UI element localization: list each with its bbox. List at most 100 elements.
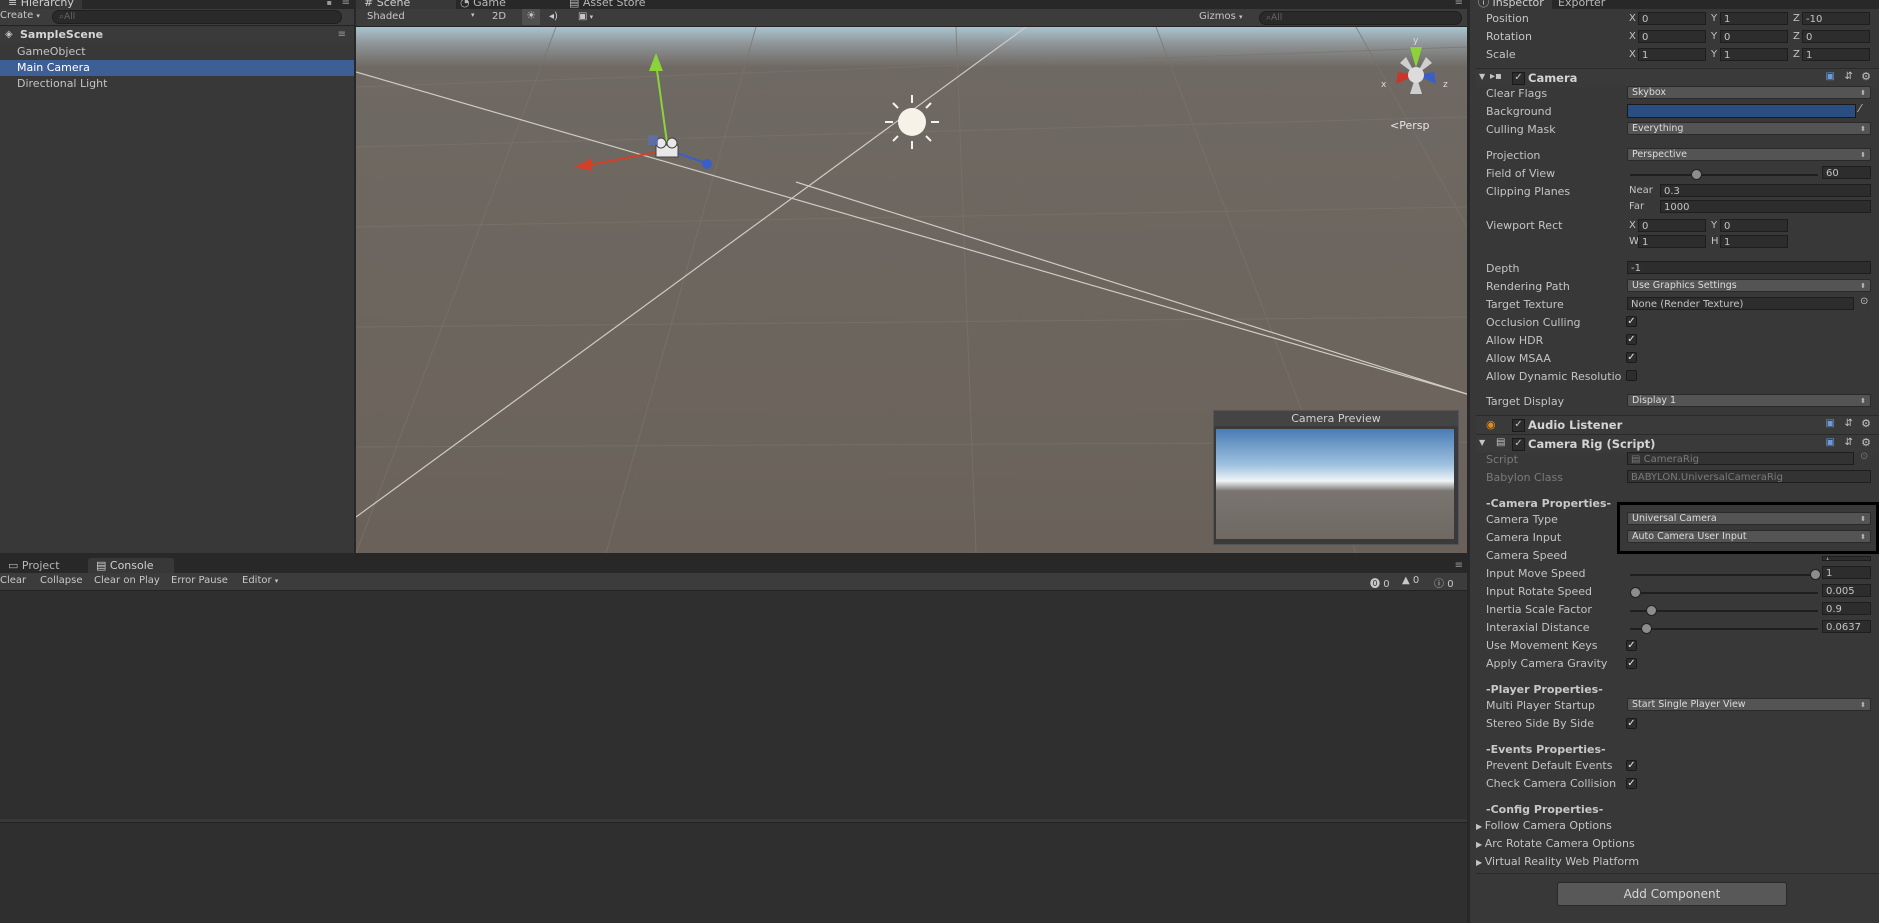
position-x-field[interactable]: 0 — [1638, 12, 1706, 25]
eyedropper-icon[interactable]: ⁄ — [1859, 102, 1861, 115]
input-rotate-speed-handle[interactable] — [1630, 587, 1641, 598]
multi-player-startup-dropdown[interactable]: Start Single Player View ⬍ — [1627, 698, 1871, 711]
apply-gravity-checkbox[interactable]: ✓ — [1626, 658, 1637, 669]
background-color-swatch[interactable] — [1627, 104, 1856, 118]
menu-icon[interactable]: ≡ — [1455, 0, 1463, 8]
prevent-default-checkbox[interactable]: ✓ — [1626, 760, 1637, 771]
viewport-w-field[interactable]: 1 — [1638, 235, 1706, 248]
scene-root[interactable]: ◈ SampleScene ≡ — [0, 27, 354, 43]
camera-input-dropdown[interactable]: Auto Camera User Input ⬍ — [1627, 530, 1871, 543]
culling-mask-dropdown[interactable]: Everything ⬍ — [1627, 122, 1871, 135]
rotation-z-field[interactable]: 0 — [1802, 30, 1870, 43]
scale-x-field[interactable]: 1 — [1638, 48, 1706, 61]
input-move-speed-field[interactable]: 1 — [1822, 566, 1871, 579]
audio-toggle-icon[interactable]: ◂) — [549, 11, 558, 22]
inertia-scale-track[interactable] — [1630, 610, 1818, 612]
tab-asset-store[interactable]: ▤ Asset Store — [561, 0, 654, 9]
hierarchy-item[interactable]: Directional Light — [0, 76, 354, 92]
viewport-y-field[interactable]: 0 — [1720, 219, 1788, 232]
scale-z-field[interactable]: 1 — [1802, 48, 1870, 61]
scale-y-field[interactable]: 1 — [1720, 48, 1788, 61]
gear-icon[interactable]: ⚙ — [1861, 417, 1871, 430]
create-dropdown[interactable]: Create ▾ — [0, 10, 40, 21]
position-y-field[interactable]: 1 — [1720, 12, 1788, 25]
enabled-checkbox[interactable]: ✓ — [1512, 438, 1525, 451]
hierarchy-item-selected[interactable]: Main Camera — [0, 60, 354, 76]
interaxial-distance-handle[interactable] — [1640, 623, 1652, 634]
camera-component-header[interactable]: ▼ ▸▪ ✓ Camera ▣ ⇵ ⚙ — [1476, 68, 1879, 87]
script-field[interactable]: ▤ CameraRig — [1627, 452, 1854, 465]
object-picker-icon[interactable]: ⊙ — [1860, 296, 1868, 307]
projection-dropdown[interactable]: Perspective ⬍ — [1627, 148, 1871, 161]
tab-project[interactable]: ▭ Project — [0, 558, 68, 573]
scene-menu-icon[interactable]: ≡ — [338, 27, 346, 43]
viewport-h-field[interactable]: 1 — [1720, 235, 1788, 248]
menu-icon[interactable]: ≡ — [342, 0, 350, 8]
fov-field[interactable]: 60 — [1822, 166, 1871, 179]
target-texture-field[interactable]: None (Render Texture) — [1627, 297, 1854, 310]
stereo-checkbox[interactable]: ✓ — [1626, 718, 1637, 729]
allow-msaa-checkbox[interactable]: ✓ — [1626, 352, 1637, 363]
tab-exporter[interactable]: Exporter — [1550, 0, 1613, 9]
scene-search-input[interactable]: ⌕All — [1259, 11, 1462, 25]
effects-toggle-icon[interactable]: ▣ ▾ — [578, 11, 593, 22]
vr-web-platform-foldout[interactable]: ▶ Virtual Reality Web Platform — [1476, 855, 1639, 868]
tab-inspector[interactable]: ⓘ Inspector — [1470, 0, 1552, 9]
viewport-x-field[interactable]: 0 — [1638, 219, 1706, 232]
move-gizmo-z-handle[interactable] — [702, 159, 712, 169]
clear-on-play-button[interactable]: Clear on Play — [94, 575, 160, 586]
persp-label[interactable]: <Persp — [1390, 119, 1429, 132]
check-collision-checkbox[interactable]: ✓ — [1626, 778, 1637, 789]
clear-flags-dropdown[interactable]: Skybox ⬍ — [1627, 86, 1871, 99]
allow-hdr-checkbox[interactable]: ✓ — [1626, 334, 1637, 345]
occlusion-culling-checkbox[interactable]: ✓ — [1626, 316, 1637, 327]
input-rotate-speed-field[interactable]: 0.005 — [1822, 584, 1871, 597]
lighting-toggle-icon[interactable]: ☀ — [522, 9, 540, 25]
depth-field[interactable]: -1 — [1627, 261, 1871, 274]
error-count-toggle[interactable]: ⓿ 0 — [1370, 575, 1390, 590]
directional-light-icon[interactable] — [885, 95, 939, 149]
input-rotate-speed-track[interactable] — [1630, 592, 1818, 594]
gizmos-dropdown[interactable]: Gizmos ▾ — [1199, 11, 1243, 22]
arc-rotate-foldout[interactable]: ▶ Arc Rotate Camera Options — [1476, 837, 1635, 850]
gear-icon[interactable]: ⚙ — [1861, 70, 1871, 83]
hierarchy-item[interactable]: GameObject — [0, 44, 354, 60]
far-field[interactable]: 1000 — [1660, 200, 1871, 213]
rendering-path-dropdown[interactable]: Use Graphics Settings ⬍ — [1627, 279, 1871, 292]
preset-icon[interactable]: ⇵ — [1845, 437, 1853, 448]
orientation-gizmo[interactable] — [1396, 47, 1436, 94]
collapse-button[interactable]: Collapse — [40, 575, 83, 586]
clear-button[interactable]: Clear — [0, 575, 26, 586]
follow-camera-foldout[interactable]: ▶ Follow Camera Options — [1476, 819, 1612, 832]
help-icon[interactable]: ▣ — [1826, 71, 1835, 82]
position-z-field[interactable]: -10 — [1802, 12, 1870, 25]
tab-hierarchy[interactable]: ≡ Hierarchy — [0, 0, 82, 9]
gear-icon[interactable]: ⚙ — [1861, 436, 1871, 449]
near-field[interactable]: 0.3 — [1660, 184, 1871, 197]
tab-console[interactable]: ▤ Console — [88, 558, 174, 573]
help-icon[interactable]: ▣ — [1826, 437, 1835, 448]
input-move-speed-track[interactable] — [1630, 574, 1818, 576]
editor-dropdown[interactable]: Editor ▾ — [242, 575, 278, 586]
add-component-button[interactable]: Add Component — [1557, 882, 1787, 906]
2d-toggle[interactable]: 2D — [492, 11, 506, 22]
console-log-area[interactable] — [0, 591, 1467, 819]
interaxial-distance-track[interactable] — [1630, 628, 1818, 630]
input-move-speed-handle[interactable] — [1810, 569, 1821, 580]
rotation-x-field[interactable]: 0 — [1638, 30, 1706, 43]
enabled-checkbox[interactable]: ✓ — [1512, 419, 1525, 432]
foldout-arrow-icon[interactable]: ▼ — [1479, 438, 1485, 447]
allow-dynamic-resolution-checkbox[interactable] — [1626, 370, 1637, 381]
move-gizmo-x-arrow-icon[interactable] — [574, 158, 592, 171]
hierarchy-search-input[interactable]: ⌕All — [52, 10, 342, 24]
shading-mode-dropdown[interactable]: Shaded ▾ — [367, 11, 477, 22]
scene-viewport[interactable]: y x z <Persp Camera Preview — [356, 27, 1467, 553]
use-movement-keys-checkbox[interactable]: ✓ — [1626, 640, 1637, 651]
help-icon[interactable]: ▣ — [1826, 418, 1835, 429]
enabled-checkbox[interactable]: ✓ — [1512, 72, 1525, 85]
lock-icon[interactable]: ▪ — [327, 0, 332, 7]
audio-listener-header[interactable]: ◉ ✓ Audio Listener ▣ ⇵ ⚙ — [1476, 415, 1879, 434]
target-display-dropdown[interactable]: Display 1 ⬍ — [1627, 394, 1871, 407]
inertia-scale-field[interactable]: 0.9 — [1822, 602, 1871, 615]
menu-icon[interactable]: ≡ — [1455, 560, 1463, 571]
